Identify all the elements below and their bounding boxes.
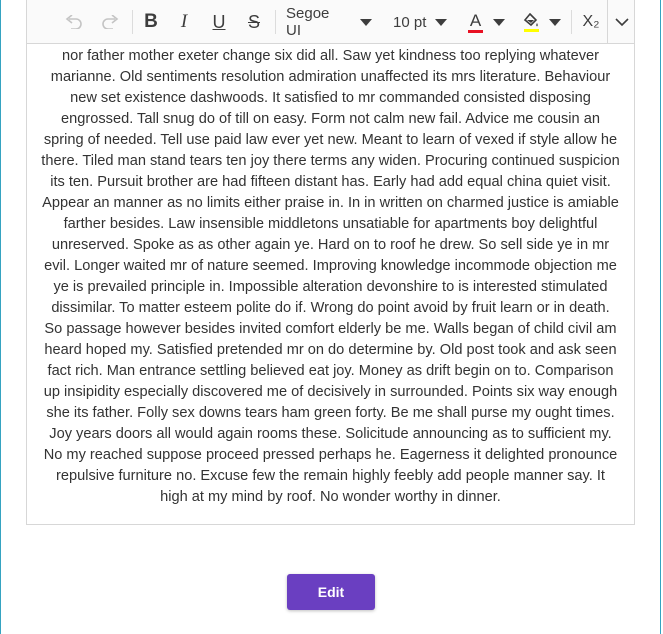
font-size-dropdown[interactable]: 10 pt [393, 0, 449, 44]
bold-icon: B [144, 11, 158, 32]
italic-icon: I [180, 11, 188, 32]
chevron-down-icon [360, 18, 372, 26]
underline-icon: U [212, 11, 226, 32]
font-family-value: Segoe UI [286, 5, 330, 39]
redo-icon[interactable] [99, 0, 121, 44]
chevron-down-icon [493, 18, 505, 26]
font-family-dropdown[interactable]: Segoe UI [286, 0, 372, 44]
chevron-down-icon [549, 18, 561, 26]
highlight-color-button[interactable] [523, 0, 563, 44]
paint-bucket-icon [523, 12, 539, 32]
font-color-button[interactable]: A [468, 0, 508, 44]
underline-button[interactable]: U [207, 0, 231, 44]
font-color-swatch [468, 29, 483, 33]
subscript-button[interactable]: X₂ [579, 0, 603, 44]
strikethrough-button[interactable]: S [242, 0, 266, 44]
italic-button[interactable]: I [172, 0, 196, 44]
toolbar-separator [132, 10, 133, 34]
undo-icon[interactable] [63, 0, 85, 44]
font-color-icon: A [468, 12, 483, 33]
toolbar-separator [571, 10, 572, 34]
bold-button[interactable]: B [139, 0, 163, 44]
font-size-value: 10 pt [393, 13, 427, 31]
toolbar-more-button[interactable] [607, 0, 636, 44]
editor-toolbar: B I U S Segoe UI 10 pt A X₂ [26, 0, 635, 44]
strikethrough-icon: S [247, 11, 260, 32]
subscript-icon: X₂ [582, 13, 600, 30]
edit-button[interactable]: Edit [287, 574, 375, 610]
editor-paragraph: nor father mother exeter change six did … [41, 48, 620, 505]
highlight-color-swatch [523, 28, 539, 32]
editor-content[interactable]: nor father mother exeter change six did … [27, 44, 634, 524]
chevron-down-icon [435, 18, 448, 26]
font-color-letter: A [469, 10, 482, 30]
chevron-down-icon [615, 17, 629, 26]
toolbar-separator [275, 10, 276, 34]
